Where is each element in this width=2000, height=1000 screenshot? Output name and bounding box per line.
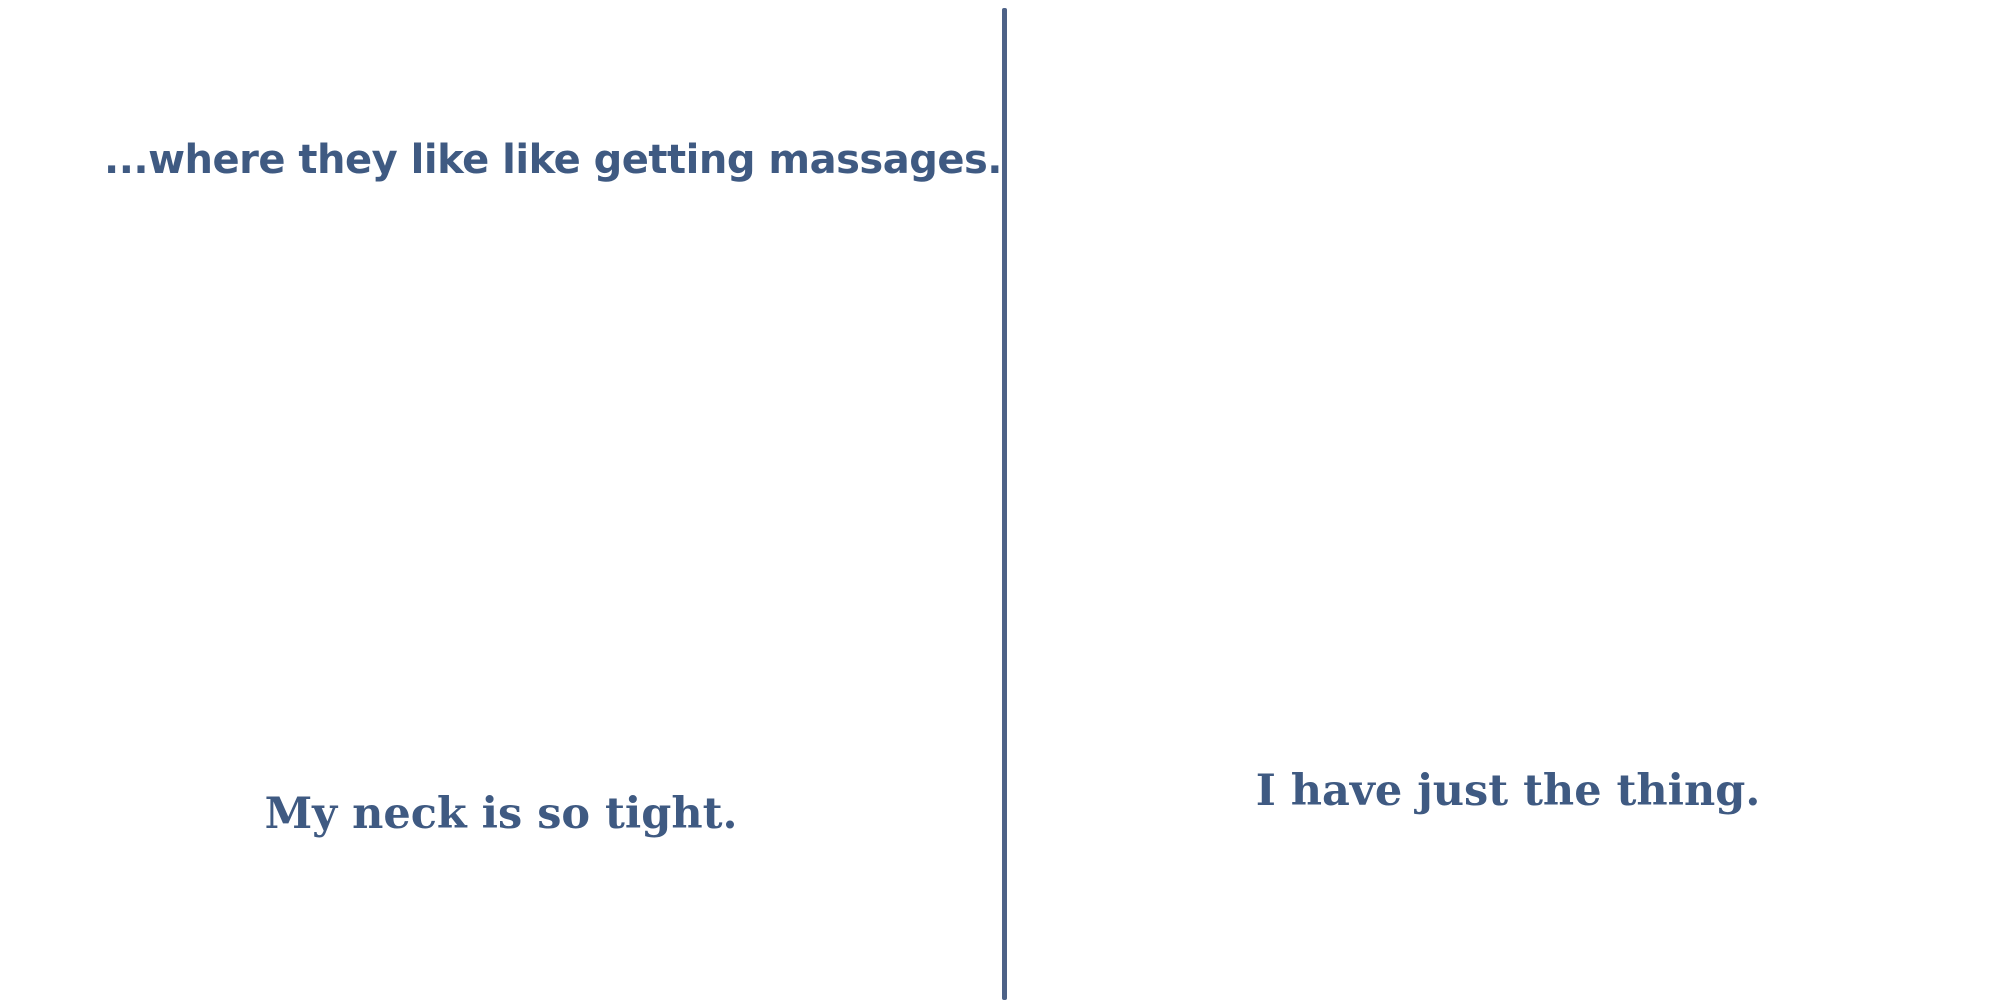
comic-panel-right: I have just the thing. (1008, 0, 2000, 1000)
dialogue-text-left: My neck is so tight. (264, 789, 738, 839)
comic-panel-left: ...where they like like getting massages… (0, 0, 1002, 1000)
narration-caption: ...where they like like getting massages… (104, 137, 1002, 183)
panel-divider (1002, 8, 1007, 1000)
dialogue-text-right: I have just the thing. (1255, 766, 1761, 816)
comic-page: ...where they like like getting massages… (0, 0, 2000, 1000)
